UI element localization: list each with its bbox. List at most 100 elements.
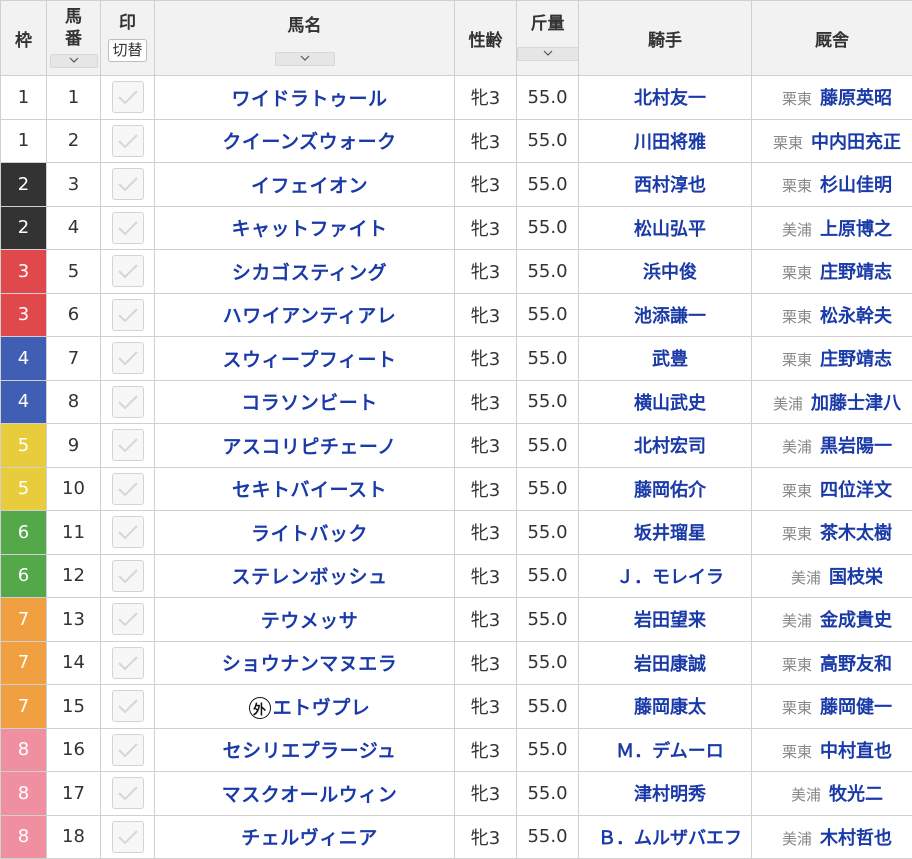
- horse-name-link[interactable]: ワイドラトゥール: [231, 88, 387, 110]
- sex-age-cell: 牝3: [455, 728, 517, 772]
- mark-toggle-button[interactable]: 切替: [108, 39, 146, 62]
- weight-cell: 55.0: [517, 598, 579, 642]
- stable-region: 栗東: [782, 308, 812, 326]
- horse-name-link[interactable]: マスクオールウィン: [222, 784, 398, 806]
- jockey-link[interactable]: 藤岡佑介: [634, 480, 706, 501]
- horse-name-link[interactable]: チェルヴィニア: [241, 827, 378, 849]
- jockey-link[interactable]: 岩田望来: [634, 610, 706, 631]
- horse-name-link[interactable]: コラソンビート: [241, 392, 378, 414]
- weight-cell: 55.0: [517, 554, 579, 598]
- jockey-link[interactable]: 西村淳也: [634, 175, 706, 196]
- waku-number: 4: [18, 348, 29, 369]
- umaban-sort-button[interactable]: [50, 54, 98, 68]
- jockey-link[interactable]: 坂井瑠星: [634, 523, 706, 544]
- stable-cell: 栗東庄野靖志: [752, 250, 912, 294]
- horse-name-link[interactable]: セシリエプラージュ: [223, 740, 397, 762]
- horse-name-link[interactable]: キャットファイト: [231, 218, 387, 240]
- trainer-link[interactable]: 木村哲也: [820, 828, 892, 849]
- trainer-link[interactable]: 松永幹夫: [820, 306, 892, 327]
- trainer-link[interactable]: 藤岡健一: [820, 697, 892, 718]
- mark-checkbox[interactable]: [112, 212, 144, 244]
- umaban-cell: 2: [47, 119, 101, 163]
- sex-age-cell: 牝3: [455, 293, 517, 337]
- mark-checkbox[interactable]: [112, 734, 144, 766]
- jockey-link[interactable]: 武豊: [652, 349, 688, 370]
- waku-cell: 7: [1, 685, 47, 729]
- mark-checkbox[interactable]: [112, 647, 144, 679]
- trainer-link[interactable]: 杉山佳明: [820, 175, 892, 196]
- mark-checkbox[interactable]: [112, 299, 144, 331]
- mark-checkbox[interactable]: [112, 168, 144, 200]
- table-row: 510セキトバイースト牝355.0藤岡佑介栗東四位洋文: [1, 467, 912, 511]
- jockey-link[interactable]: Ｂ．ムルザバエフ: [598, 828, 742, 849]
- mark-checkbox[interactable]: [112, 255, 144, 287]
- horse-name-link[interactable]: クイーンズウォーク: [222, 131, 396, 153]
- mark-checkbox[interactable]: [112, 342, 144, 374]
- horse-name-link[interactable]: ショウナンマヌエラ: [222, 653, 398, 675]
- horse-name-link[interactable]: エトヴプレ: [273, 697, 371, 719]
- jockey-link[interactable]: 津村明秀: [634, 784, 706, 805]
- jockey-link[interactable]: 北村友一: [634, 88, 706, 109]
- horse-name-link[interactable]: シカゴスティング: [232, 262, 387, 284]
- horse-name-link[interactable]: ステレンボッシュ: [231, 566, 387, 588]
- mark-checkbox[interactable]: [112, 125, 144, 157]
- mark-checkbox[interactable]: [112, 429, 144, 461]
- mark-checkbox[interactable]: [112, 473, 144, 505]
- waku-cell: 1: [1, 76, 47, 120]
- horse-name-cell: ワイドラトゥール: [155, 76, 455, 120]
- mark-checkbox[interactable]: [112, 821, 144, 853]
- jockey-link[interactable]: 浜中俊: [643, 262, 697, 283]
- waku-number: 6: [18, 565, 29, 586]
- horse-number: 4: [68, 217, 79, 238]
- jockey-link[interactable]: 池添謙一: [634, 306, 706, 327]
- jockey-link[interactable]: Ｍ．デムーロ: [616, 741, 724, 762]
- table-row: 714ショウナンマヌエラ牝355.0岩田康誠栗東高野友和: [1, 641, 912, 685]
- trainer-link[interactable]: 金成貴史: [820, 610, 892, 631]
- sex-age-value: 牝3: [471, 132, 500, 153]
- horse-name-link[interactable]: テウメッサ: [261, 610, 359, 632]
- trainer-link[interactable]: 黒岩陽一: [820, 436, 892, 457]
- mark-checkbox[interactable]: [112, 603, 144, 635]
- trainer-link[interactable]: 庄野靖志: [820, 349, 892, 370]
- trainer-link[interactable]: 四位洋文: [820, 480, 892, 501]
- mark-checkbox[interactable]: [112, 516, 144, 548]
- horse-name-link[interactable]: アスコリピチェーノ: [222, 436, 396, 458]
- waku-cell: 3: [1, 250, 47, 294]
- jockey-link[interactable]: 藤岡康太: [634, 697, 706, 718]
- horse-name-link[interactable]: ハワイアンティアレ: [223, 305, 397, 327]
- jockey-link[interactable]: 川田将雅: [634, 132, 706, 153]
- weight-sort-button[interactable]: [517, 47, 579, 61]
- mark-checkbox[interactable]: [112, 777, 144, 809]
- stable-region: 栗東: [782, 482, 812, 500]
- jockey-link[interactable]: 北村宏司: [634, 436, 706, 457]
- trainer-link[interactable]: 加藤士津八: [811, 393, 901, 414]
- jockey-link[interactable]: 松山弘平: [634, 219, 706, 240]
- mark-checkbox[interactable]: [112, 690, 144, 722]
- jockey-link[interactable]: Ｊ．モレイラ: [616, 567, 724, 588]
- stable-region: 栗東: [782, 525, 812, 543]
- horse-name-link[interactable]: イフェイオン: [251, 175, 368, 197]
- horse-name-link[interactable]: スウィープフィート: [223, 349, 397, 371]
- mark-checkbox[interactable]: [112, 81, 144, 113]
- sex-age-header: 性齢: [455, 1, 517, 76]
- horse-name-link[interactable]: セキトバイースト: [232, 479, 387, 501]
- trainer-link[interactable]: 牧光二: [829, 784, 883, 805]
- horse-name-sort-button[interactable]: [275, 52, 335, 66]
- mark-checkbox[interactable]: [112, 560, 144, 592]
- trainer-link[interactable]: 上原博之: [820, 219, 892, 240]
- jockey-link[interactable]: 岩田康誠: [634, 654, 706, 675]
- trainer-link[interactable]: 藤原英昭: [820, 88, 892, 109]
- trainer-link[interactable]: 庄野靖志: [820, 262, 892, 283]
- trainer-link[interactable]: 国枝栄: [829, 567, 883, 588]
- mark-checkbox[interactable]: [112, 386, 144, 418]
- trainer-link[interactable]: 中内田充正: [811, 132, 901, 153]
- trainer-link[interactable]: 高野友和: [820, 654, 892, 675]
- trainer-link[interactable]: 茶木太樹: [820, 523, 892, 544]
- horse-name-link[interactable]: ライトバック: [251, 523, 368, 545]
- jockey-link[interactable]: 横山武史: [634, 393, 706, 414]
- jockey-header: 騎手: [579, 1, 752, 76]
- stable-region: 栗東: [782, 264, 812, 282]
- trainer-link[interactable]: 中村直也: [820, 741, 892, 762]
- jockey-cell: Ｍ．デムーロ: [579, 728, 752, 772]
- mark-cell: [101, 163, 155, 207]
